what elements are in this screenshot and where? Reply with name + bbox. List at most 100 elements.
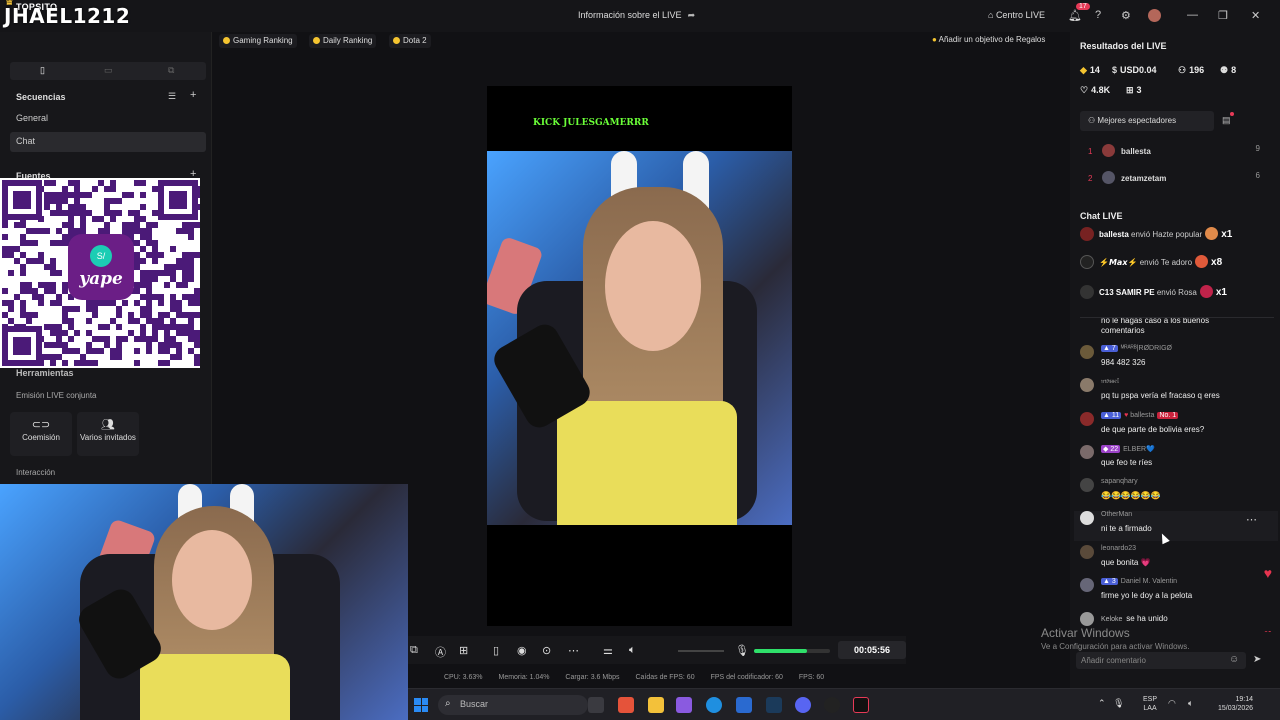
add-gift-goal-button[interactable]: ● Añadir un objetivo de Regalos bbox=[932, 35, 1045, 44]
list-settings-icon[interactable]: ▤ bbox=[1222, 112, 1234, 126]
ranking-row[interactable]: 1 ballesta 9 bbox=[1088, 144, 1270, 158]
add-box-icon[interactable]: ⊞ bbox=[459, 644, 468, 657]
message-text: que feo te ríes bbox=[1101, 458, 1153, 467]
multi-layout-icon[interactable]: ⧉ bbox=[168, 65, 174, 76]
volume-slider[interactable] bbox=[678, 650, 724, 652]
taskview-icon[interactable] bbox=[588, 697, 604, 713]
obs-icon[interactable] bbox=[824, 697, 840, 713]
top-viewers-button[interactable]: ⚇ Mejores espectadores bbox=[1080, 111, 1214, 131]
message-username: sapanqhary bbox=[1101, 478, 1138, 485]
steam-icon[interactable] bbox=[766, 697, 782, 713]
chat-message[interactable]: no le hagas caso a los buenos comentario… bbox=[1080, 318, 1276, 340]
chat-messages[interactable]: no le hagas caso a los buenos comentario… bbox=[1070, 318, 1280, 632]
yape-wordmark: yape bbox=[79, 269, 123, 289]
title-bar: TOPSITO Información sobre el LIVE ➦ ⌂ Cen… bbox=[0, 0, 1280, 32]
message-username: OtherMan bbox=[1101, 511, 1133, 518]
focus-icon[interactable]: ⊙ bbox=[542, 644, 551, 657]
upload-stat: Cargar: 3.6 Mbps bbox=[565, 674, 620, 681]
scene-general[interactable]: General bbox=[16, 113, 48, 123]
speaker-icon[interactable]: 🔈︎ bbox=[629, 644, 636, 657]
camera-source[interactable] bbox=[487, 151, 792, 525]
phone-icon[interactable]: ▯ bbox=[493, 644, 499, 657]
copilot-icon[interactable] bbox=[676, 697, 692, 713]
notification-badge: 17 bbox=[1076, 3, 1090, 10]
ranking-row[interactable]: 2 zetamzetam 6 bbox=[1088, 171, 1270, 185]
more-icon[interactable]: ⋯ bbox=[568, 644, 579, 657]
gift-icon: ⊞ bbox=[1126, 85, 1134, 95]
taskbar-search[interactable]: ⌕ Buscar bbox=[438, 695, 588, 715]
ai-icon[interactable]: Ⓐ bbox=[435, 644, 446, 660]
record-icon[interactable]: ◉ bbox=[517, 644, 527, 657]
cpu-stat: CPU: 3.63% bbox=[444, 674, 483, 681]
comment-input[interactable] bbox=[1076, 652, 1246, 669]
close-icon[interactable]: ✕ bbox=[1251, 9, 1260, 22]
mic-level-slider[interactable] bbox=[754, 649, 830, 653]
gift-action: envió Rosa bbox=[1156, 288, 1197, 297]
folder-icon[interactable] bbox=[648, 697, 664, 713]
tiktok-live-studio-icon[interactable] bbox=[853, 697, 869, 713]
minimize-icon[interactable]: — bbox=[1187, 9, 1198, 21]
message-username: ᴹᴿᴬᴿᴮ|RØDRIGØ bbox=[1120, 345, 1173, 352]
kick-overlay-text: KICK JULESGAMERRR bbox=[533, 118, 649, 128]
emision-title: Emisión LIVE conjunta bbox=[16, 391, 97, 400]
clock-date: 15/03/2026 bbox=[1218, 705, 1254, 712]
edge-icon[interactable] bbox=[706, 697, 722, 713]
maximize-icon[interactable]: ❐ bbox=[1218, 9, 1228, 22]
send-icon[interactable]: ➤ bbox=[1253, 654, 1261, 665]
volume-tray-icon[interactable]: 🔈︎ bbox=[1188, 698, 1193, 709]
fps-drop-stat: Caídas de FPS: 60 bbox=[635, 674, 695, 681]
live-info-title[interactable]: Información sobre el LIVE ➦ bbox=[578, 10, 695, 21]
usd-value: USD0.04 bbox=[1120, 65, 1157, 75]
profile-avatar[interactable] bbox=[1148, 9, 1161, 22]
message-text: no le hagas caso a los buenos comentario… bbox=[1101, 318, 1210, 335]
help-icon[interactable]: ? bbox=[1095, 9, 1101, 21]
live-info-title-text: Información sobre el LIVE bbox=[578, 10, 682, 20]
system-tray[interactable]: ⌃ 🎙︎ bbox=[1098, 698, 1125, 709]
capture-icon[interactable]: ⧉ bbox=[410, 644, 418, 657]
channel-logo-text: JHAEL1212 bbox=[4, 4, 131, 28]
gear-icon[interactable]: ⚙ bbox=[1121, 9, 1131, 22]
alert-dot bbox=[1230, 112, 1234, 116]
mic-tray-icon[interactable]: 🎙︎ bbox=[1113, 698, 1124, 708]
dota-chip[interactable]: Dota 2 bbox=[389, 34, 431, 48]
scene-chat-row[interactable] bbox=[10, 132, 206, 152]
windows-start-icon[interactable] bbox=[414, 698, 428, 712]
chevron-up-icon[interactable]: ⌃ bbox=[1098, 698, 1106, 708]
top-viewers-icon: ⚇ bbox=[1088, 116, 1098, 125]
add-scene-icon[interactable]: + bbox=[190, 89, 196, 101]
portrait-layout-icon[interactable]: ▯ bbox=[40, 65, 45, 76]
varios-invitados-label: Varios invitados bbox=[80, 433, 136, 442]
notifications-button[interactable]: 🔔︎ 17 bbox=[1068, 3, 1090, 22]
gaming-ranking-label: Gaming Ranking bbox=[233, 36, 293, 45]
daily-ranking-chip[interactable]: Daily Ranking bbox=[309, 34, 377, 48]
scene-chat[interactable]: Chat bbox=[16, 136, 35, 146]
share-icon[interactable]: ➦ bbox=[688, 10, 696, 21]
brave-icon[interactable] bbox=[618, 697, 634, 713]
clock[interactable]: 19:14 15/03/2026 bbox=[1218, 695, 1253, 713]
avatar bbox=[1102, 171, 1115, 184]
language-indicator[interactable]: ESP LAA bbox=[1143, 695, 1157, 713]
more-options-icon[interactable]: ⋯ bbox=[1246, 513, 1257, 526]
varios-invitados-button[interactable]: 👥︎ Varios invitados bbox=[77, 412, 139, 456]
search-icon: ⌕ bbox=[445, 698, 451, 709]
keyboard-layout: LAA bbox=[1143, 705, 1157, 712]
message-header: ▲ 3 Daniel M. Valentin bbox=[1101, 578, 1177, 585]
live-timer: 00:05:56 bbox=[838, 641, 906, 659]
message-username: Daniel M. Valentin bbox=[1120, 578, 1178, 585]
gift-row: ballesta envió Hazte popular x1 bbox=[1080, 227, 1274, 245]
dollar-icon: $ bbox=[1112, 65, 1118, 75]
gaming-ranking-chip[interactable]: Gaming Ranking bbox=[219, 34, 297, 48]
coemision-button[interactable]: ⊂⊃ Coemisión bbox=[10, 412, 72, 456]
like-heart-icon: ♥ bbox=[1263, 565, 1272, 581]
heart-icon: ♡ bbox=[1080, 85, 1089, 95]
discord-icon[interactable] bbox=[795, 697, 811, 713]
mic-icon[interactable]: 🎙︎ bbox=[735, 644, 749, 657]
sliders-icon[interactable]: ⚌ bbox=[603, 644, 613, 657]
list-icon[interactable]: ☰ bbox=[168, 91, 176, 102]
wifi-icon[interactable]: ◠ bbox=[1168, 698, 1176, 709]
store-icon[interactable] bbox=[736, 697, 752, 713]
landscape-layout-icon[interactable]: ▭ bbox=[104, 65, 113, 76]
centro-live-button[interactable]: ⌂ Centro LIVE bbox=[988, 10, 1045, 20]
message-username: leonardo23 bbox=[1101, 545, 1137, 552]
emoji-icon[interactable]: ☺ bbox=[1229, 654, 1239, 665]
